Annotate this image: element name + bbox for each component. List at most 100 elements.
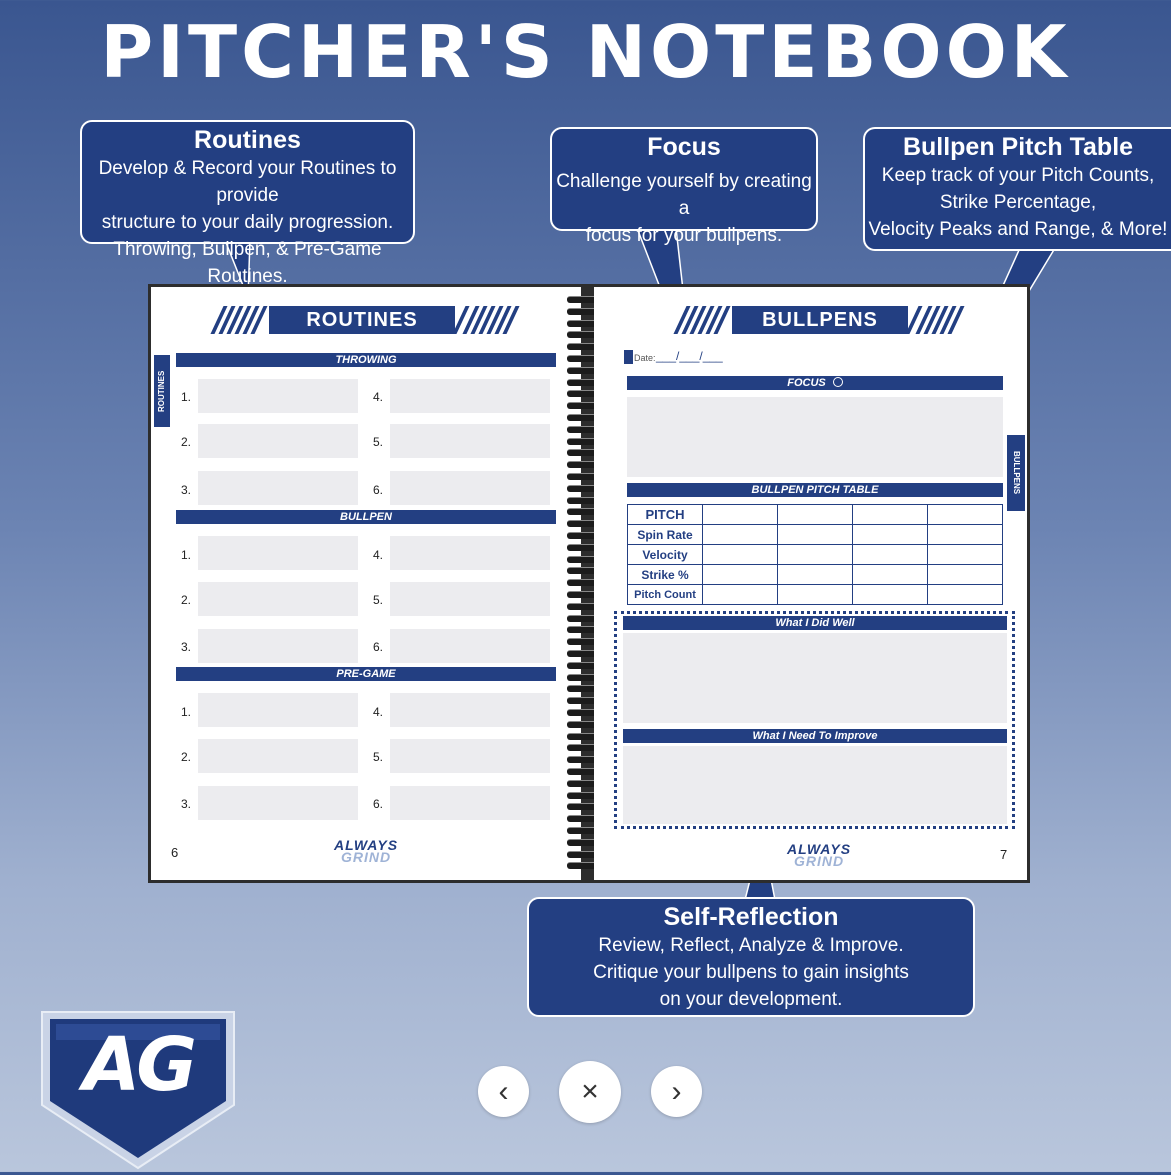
routine-entry-box[interactable] bbox=[390, 536, 550, 570]
page-header: BULLPENS bbox=[732, 306, 908, 334]
brand-logo: ALWAYS GRIND bbox=[774, 842, 864, 868]
routine-entry-box[interactable] bbox=[198, 693, 358, 727]
header-stripes-left bbox=[210, 306, 275, 334]
routine-entry-box[interactable] bbox=[198, 739, 358, 773]
page-number: 7 bbox=[1000, 847, 1008, 862]
chevron-left-icon: ‹ bbox=[498, 1074, 509, 1108]
item-number: 2. bbox=[181, 435, 192, 449]
callout-line: Critique your bullpens to gain insights bbox=[593, 962, 909, 983]
table-row: Velocity bbox=[627, 544, 1003, 565]
item-number: 2. bbox=[181, 750, 192, 764]
callout-line: focus for your bullpens. bbox=[585, 225, 783, 246]
header-stripes-left bbox=[673, 306, 738, 334]
table-row: Spin Rate bbox=[627, 524, 1003, 545]
callout-heading: Bullpen Pitch Table bbox=[902, 133, 1134, 161]
date-label: Date: bbox=[634, 353, 656, 363]
routine-entry-box[interactable] bbox=[390, 629, 550, 663]
routine-entry-box[interactable] bbox=[390, 471, 550, 505]
item-number: 1. bbox=[181, 548, 192, 562]
routine-entry-box[interactable] bbox=[390, 424, 550, 458]
item-number: 3. bbox=[181, 640, 192, 654]
focus-header: FOCUS bbox=[627, 376, 1003, 390]
pitch-table-header: BULLPEN PITCH TABLE bbox=[627, 483, 1003, 497]
table-row: PITCH bbox=[627, 504, 1003, 525]
routine-entry-box[interactable] bbox=[390, 379, 550, 413]
table-row: Strike % bbox=[627, 564, 1003, 585]
callout-heading: Self-Reflection bbox=[663, 903, 839, 931]
right-page: BULLPENS Date: ___/___/___ FOCUS BULLPEN… bbox=[594, 287, 1027, 880]
routines-callout: Routines Develop & Record your Routines … bbox=[80, 120, 415, 287]
focus-label: FOCUS bbox=[787, 377, 826, 389]
row-label: Spin Rate bbox=[627, 524, 703, 545]
callout-line: structure to your daily progression. bbox=[101, 212, 394, 233]
item-number: 4. bbox=[373, 705, 384, 719]
target-icon bbox=[832, 377, 843, 387]
routine-entry-box[interactable] bbox=[198, 786, 358, 820]
logo-text: AG bbox=[82, 1022, 197, 1108]
item-number: 4. bbox=[373, 548, 384, 562]
routine-entry-box[interactable] bbox=[390, 693, 550, 727]
brand-logo: ALWAYS GRIND bbox=[321, 838, 411, 864]
section-header: THROWING bbox=[176, 353, 556, 367]
routine-entry-box[interactable] bbox=[198, 536, 358, 570]
close-button[interactable]: × bbox=[559, 1061, 621, 1123]
page-number: 6 bbox=[171, 845, 179, 860]
callout-heading: Routines bbox=[194, 126, 301, 154]
callout-line: Keep track of your Pitch Counts, bbox=[881, 165, 1155, 186]
routine-entry-box[interactable] bbox=[198, 629, 358, 663]
row-label: PITCH bbox=[627, 504, 703, 525]
improve-entry-box[interactable] bbox=[623, 746, 1007, 824]
section-header: BULLPEN bbox=[176, 510, 556, 524]
left-page: ROUTINES ROUTINES THROWING 1. 4. 2. 5. 3… bbox=[151, 287, 581, 880]
row-label: Pitch Count bbox=[627, 584, 703, 605]
item-number: 6. bbox=[373, 483, 384, 497]
item-number: 2. bbox=[181, 593, 192, 607]
item-number: 6. bbox=[373, 797, 384, 811]
notebook: ROUTINES ROUTINES THROWING 1. 4. 2. 5. 3… bbox=[148, 284, 1030, 883]
next-button[interactable]: › bbox=[651, 1066, 702, 1117]
side-tab: ROUTINES bbox=[154, 355, 170, 427]
improve-header: What I Need To Improve bbox=[623, 729, 1007, 743]
callout-line: Challenge yourself by creating a bbox=[556, 171, 812, 219]
routine-entry-box[interactable] bbox=[198, 471, 358, 505]
routine-entry-box[interactable] bbox=[198, 424, 358, 458]
item-number: 5. bbox=[373, 750, 384, 764]
item-number: 5. bbox=[373, 435, 384, 449]
focus-callout: Focus Challenge yourself by creating a f… bbox=[550, 127, 818, 246]
item-number: 4. bbox=[373, 390, 384, 404]
bullpen-pitch-table: PITCH Spin Rate Velocity Strike % Pitch … bbox=[627, 504, 1003, 605]
page-header: ROUTINES bbox=[269, 306, 455, 334]
routine-entry-box[interactable] bbox=[390, 786, 550, 820]
date-marker bbox=[624, 350, 633, 364]
table-row: Pitch Count bbox=[627, 584, 1003, 605]
routine-entry-box[interactable] bbox=[390, 582, 550, 616]
routine-entry-box[interactable] bbox=[198, 582, 358, 616]
self-reflection-callout: Self-Reflection Review, Reflect, Analyze… bbox=[527, 897, 975, 1017]
bullpen-table-callout: Bullpen Pitch Table Keep track of your P… bbox=[863, 127, 1171, 251]
item-number: 5. bbox=[373, 593, 384, 607]
ag-logo: AG bbox=[40, 1010, 236, 1170]
previous-button[interactable]: ‹ bbox=[478, 1066, 529, 1117]
callout-heading: Focus bbox=[647, 133, 721, 161]
header-stripes-right bbox=[452, 306, 520, 334]
routine-entry-box[interactable] bbox=[390, 739, 550, 773]
did-well-header: What I Did Well bbox=[623, 616, 1007, 630]
callout-line: on your development. bbox=[659, 989, 843, 1010]
did-well-entry-box[interactable] bbox=[623, 633, 1007, 723]
item-number: 1. bbox=[181, 705, 192, 719]
item-number: 3. bbox=[181, 483, 192, 497]
date-field[interactable]: ___/___/___ bbox=[656, 349, 723, 363]
callout-line: Review, Reflect, Analyze & Improve. bbox=[598, 935, 904, 956]
focus-entry-box[interactable] bbox=[627, 397, 1003, 477]
callout-line: Velocity Peaks and Range, & More! bbox=[868, 219, 1168, 240]
item-number: 6. bbox=[373, 640, 384, 654]
side-tab: BULLPENS bbox=[1007, 435, 1025, 511]
callout-line: Throwing, Bullpen, & Pre-Game Routines. bbox=[113, 239, 382, 287]
chevron-right-icon: › bbox=[671, 1074, 682, 1108]
row-label: Strike % bbox=[627, 564, 703, 585]
header-stripes-right bbox=[905, 306, 970, 334]
routine-entry-box[interactable] bbox=[198, 379, 358, 413]
section-header: PRE-GAME bbox=[176, 667, 556, 681]
row-label: Velocity bbox=[627, 544, 703, 565]
callout-line: Strike Percentage, bbox=[939, 192, 1097, 213]
